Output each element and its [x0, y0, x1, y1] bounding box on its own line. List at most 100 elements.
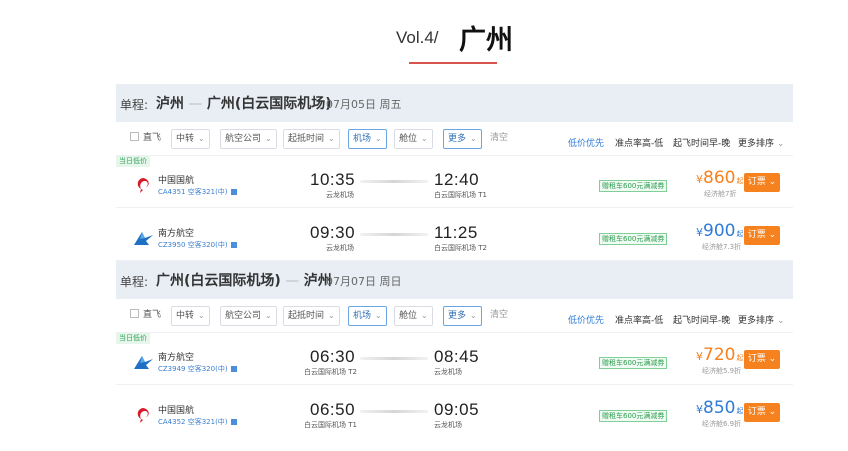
airline-name: 中国国航 — [158, 176, 195, 186]
filter-airline[interactable]: 航空公司 ⌄ — [220, 306, 277, 326]
sort-punctuality[interactable]: 准点率高-低 — [615, 136, 663, 149]
chevron-down-icon: ⌄ — [375, 311, 382, 320]
book-button[interactable]: 订票 ⌄ — [744, 350, 780, 369]
info-icon[interactable] — [230, 366, 237, 372]
chevron-down-icon: ⌄ — [768, 354, 777, 364]
filter-transfer[interactable]: 中转 ⌄ — [171, 306, 210, 326]
departure-airport: 白云国际机场 T2 — [304, 368, 357, 376]
flight-path-line — [360, 410, 428, 413]
checkbox-icon[interactable] — [130, 309, 139, 318]
chevron-down-icon: ⌄ — [421, 311, 428, 320]
sort-more[interactable]: 更多排序 ⌄ — [738, 313, 785, 326]
arrival-airport: 白云国际机场 T2 — [434, 244, 487, 252]
volume-label: Vol.4/ — [396, 28, 439, 47]
promo-coupon-badge[interactable]: 赠租车600元满减券 — [599, 233, 668, 245]
discount-text: 经济舱7.3折 — [702, 243, 742, 251]
page-header: Vol.4/ 广州 — [0, 0, 848, 70]
china-southern-logo-icon — [134, 232, 153, 245]
filter-airport[interactable]: 机场 ⌄ — [348, 306, 387, 326]
departure-airport: 云龙机场 — [326, 191, 354, 199]
promo-coupon-badge[interactable]: 赠租车600元满减券 — [599, 357, 668, 369]
filter-cabin[interactable]: 舱位 ⌄ — [394, 306, 433, 326]
chevron-down-icon: ⌄ — [198, 311, 205, 320]
sort-lowest-price[interactable]: 低价优先 — [568, 136, 604, 149]
flight-number[interactable]: CA4351 空客321(中) — [158, 187, 237, 197]
filter-cabin[interactable]: 舱位 ⌄ — [394, 129, 433, 149]
chevron-down-icon: ⌄ — [768, 407, 777, 417]
discount-text: 经济舱7折 — [704, 190, 737, 198]
chevron-down-icon: ⌄ — [777, 139, 785, 149]
china-southern-logo-icon — [134, 356, 153, 369]
filter-direct[interactable]: 直飞 — [126, 306, 165, 326]
route-from: 泸州 — [156, 96, 184, 112]
filter-more[interactable]: 更多 ⌄ — [443, 306, 482, 326]
arrival-time: 11:25 — [434, 223, 478, 242]
route: 泸州 — 广州(白云国际机场) — [156, 93, 332, 113]
sort-departure-time[interactable]: 起飞时间早-晚 — [673, 136, 730, 149]
price: ¥850起 — [696, 398, 744, 418]
airline-name: 南方航空 — [158, 353, 195, 363]
trip-date: 07月07日 周日 — [326, 275, 402, 288]
trip-date: 07月05日 周五 — [326, 98, 402, 111]
chevron-down-icon: ⌄ — [265, 134, 272, 143]
info-icon[interactable] — [230, 189, 237, 195]
sort-more[interactable]: 更多排序 ⌄ — [738, 136, 785, 149]
arrival-time: 08:45 — [434, 347, 480, 366]
arrival-time: 12:40 — [434, 170, 480, 189]
promo-coupon-badge[interactable]: 赠租车600元满减券 — [599, 180, 668, 192]
route-to: 广州(白云国际机场) — [206, 96, 332, 112]
book-button[interactable]: 订票 ⌄ — [744, 403, 780, 422]
departure-time: 09:30 — [310, 223, 356, 242]
filter-more[interactable]: 更多 ⌄ — [443, 129, 482, 149]
departure-time: 06:50 — [310, 400, 356, 419]
flight-row[interactable]: 当日低价 中国国航 CA4351 空客321(中) 10:35 云龙机场 12:… — [116, 156, 793, 208]
promo-coupon-badge[interactable]: 赠租车600元满减券 — [599, 410, 668, 422]
trip-panel-return: 单程: 广州(白云国际机场) — 泸州 07月07日 周日 直飞 中转 ⌄ 航空公… — [116, 261, 793, 431]
departure-airport: 白云国际机场 T1 — [304, 421, 357, 429]
info-icon[interactable] — [230, 419, 237, 425]
filter-bar: 直飞 中转 ⌄ 航空公司 ⌄ 起抵时间 ⌄ 机场 ⌄ 舱位 ⌄ 更多 ⌄ 清空 低价优先 准… — [116, 122, 793, 156]
air-china-logo-icon — [137, 408, 149, 423]
flight-number[interactable]: CZ3949 空客320(中) — [158, 364, 237, 374]
chevron-down-icon: ⌄ — [470, 311, 477, 320]
arrival-time: 09:05 — [434, 400, 480, 419]
arrival-airport: 云龙机场 — [434, 421, 462, 429]
flight-number[interactable]: CA4352 空客321(中) — [158, 417, 237, 427]
filter-transfer[interactable]: 中转 ⌄ — [171, 129, 210, 149]
flight-row[interactable]: 当日低价 南方航空 CZ3949 空客320(中) 06:30 白云国际机场 T… — [116, 333, 793, 385]
flight-number[interactable]: CZ3950 空客320(中) — [158, 240, 237, 250]
trip-header: 单程: 泸州 — 广州(白云国际机场) 07月05日 周五 — [116, 84, 793, 122]
chevron-down-icon: ⌄ — [768, 230, 777, 240]
filter-clear[interactable]: 清空 — [486, 306, 512, 326]
flight-row[interactable]: 中国国航 CA4352 空客321(中) 06:50 白云国际机场 T1 09:… — [116, 386, 793, 431]
sort-lowest-price[interactable]: 低价优先 — [568, 313, 604, 326]
chevron-down-icon: ⌄ — [265, 311, 272, 320]
book-button[interactable]: 订票 ⌄ — [744, 226, 780, 245]
chevron-down-icon: ⌄ — [328, 311, 335, 320]
filter-time[interactable]: 起抵时间 ⌄ — [283, 129, 340, 149]
filter-airport[interactable]: 机场 ⌄ — [348, 129, 387, 149]
sort-departure-time[interactable]: 起飞时间早-晚 — [673, 313, 730, 326]
lowest-price-tag: 当日低价 — [116, 156, 150, 167]
filter-airline[interactable]: 航空公司 ⌄ — [220, 129, 277, 149]
info-icon[interactable] — [230, 242, 237, 248]
filter-bar: 直飞 中转 ⌄ 航空公司 ⌄ 起抵时间 ⌄ 机场 ⌄ 舱位 ⌄ 更多 ⌄ 清空 低价优先 准… — [116, 299, 793, 333]
route-from: 广州(白云国际机场) — [156, 273, 281, 289]
chevron-down-icon: ⌄ — [198, 134, 205, 143]
filter-clear[interactable]: 清空 — [486, 129, 512, 149]
trip-type-label: 单程: — [120, 275, 149, 289]
chevron-down-icon: ⌄ — [470, 134, 477, 143]
sort-punctuality[interactable]: 准点率高-低 — [615, 313, 663, 326]
chevron-down-icon: ⌄ — [328, 134, 335, 143]
trip-panel-outbound: 单程: 泸州 — 广州(白云国际机场) 07月05日 周五 直飞 中转 ⌄ 航空公… — [116, 84, 793, 261]
checkbox-icon[interactable] — [130, 132, 139, 141]
chevron-down-icon: ⌄ — [777, 316, 785, 326]
arrival-airport: 白云国际机场 T1 — [434, 191, 487, 199]
lowest-price-tag: 当日低价 — [116, 333, 150, 344]
flight-row[interactable]: 南方航空 CZ3950 空客320(中) 09:30 云龙机场 11:25 白云… — [116, 209, 793, 261]
filter-direct[interactable]: 直飞 — [126, 129, 165, 149]
price: ¥860起 — [696, 168, 744, 188]
book-button[interactable]: 订票 ⌄ — [744, 173, 780, 192]
filter-time[interactable]: 起抵时间 ⌄ — [283, 306, 340, 326]
flight-path-line — [360, 357, 428, 360]
